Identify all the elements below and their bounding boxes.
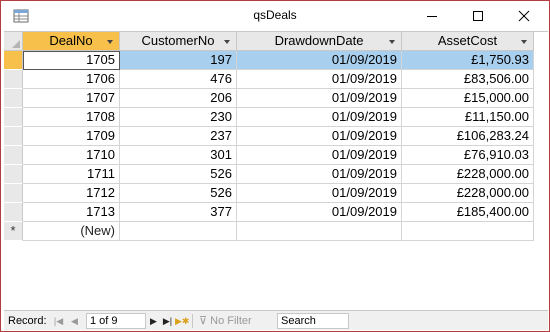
table-cell[interactable] bbox=[120, 222, 237, 241]
table-cell[interactable]: 01/09/2019 bbox=[237, 108, 402, 127]
table-cell[interactable]: £228,000.00 bbox=[402, 184, 534, 203]
datasheet-grid: DealNo CustomerNo DrawdownDate AssetCost… bbox=[4, 31, 548, 310]
close-icon bbox=[518, 10, 530, 22]
table-cell[interactable]: £15,000.00 bbox=[402, 89, 534, 108]
table-cell[interactable]: 1713 bbox=[23, 203, 120, 222]
table-cell[interactable]: 197 bbox=[120, 51, 237, 70]
table-cell[interactable]: 1706 bbox=[23, 70, 120, 89]
sort-dropdown-icon[interactable] bbox=[521, 40, 527, 44]
first-record-button[interactable]: |◀ bbox=[52, 314, 65, 328]
table-cell[interactable]: 01/09/2019 bbox=[237, 203, 402, 222]
row-selector[interactable] bbox=[4, 51, 23, 70]
table-cell[interactable]: 476 bbox=[120, 70, 237, 89]
row-selector[interactable] bbox=[4, 89, 23, 108]
title-bar[interactable]: qsDeals bbox=[1, 1, 549, 31]
table-cell[interactable]: £106,283.24 bbox=[402, 127, 534, 146]
new-record-button[interactable]: ▶✱ bbox=[175, 314, 189, 328]
sort-dropdown-icon[interactable] bbox=[224, 40, 230, 44]
table-cell[interactable]: 01/09/2019 bbox=[237, 89, 402, 108]
close-button[interactable] bbox=[501, 1, 547, 31]
datasheet-window: qsDeals DealNo CustomerNo DrawdownDate A… bbox=[0, 0, 550, 332]
table-cell[interactable]: 1708 bbox=[23, 108, 120, 127]
table-cell[interactable]: 01/09/2019 bbox=[237, 127, 402, 146]
table-cell[interactable]: 1711 bbox=[23, 165, 120, 184]
table-cell[interactable]: 01/09/2019 bbox=[237, 70, 402, 89]
select-all-corner[interactable] bbox=[4, 32, 23, 51]
column-header-customerno[interactable]: CustomerNo bbox=[120, 32, 237, 51]
separator bbox=[192, 314, 193, 328]
table-cell[interactable]: 1705 bbox=[23, 51, 120, 70]
maximize-button[interactable] bbox=[455, 1, 501, 31]
column-header-dealno[interactable]: DealNo bbox=[23, 32, 120, 51]
table-cell[interactable]: 230 bbox=[120, 108, 237, 127]
filter-icon: ⊽ bbox=[199, 315, 208, 327]
filter-toggle[interactable]: ⊽ No Filter bbox=[199, 314, 271, 328]
table-cell[interactable] bbox=[402, 222, 534, 241]
table-cell[interactable] bbox=[237, 222, 402, 241]
table-cell[interactable]: £185,400.00 bbox=[402, 203, 534, 222]
column-header-label: DrawdownDate bbox=[274, 33, 364, 48]
next-record-button[interactable]: ▶ bbox=[147, 314, 160, 328]
row-selector[interactable] bbox=[4, 127, 23, 146]
new-row-cell[interactable]: (New) bbox=[23, 222, 120, 241]
table-cell[interactable]: 1712 bbox=[23, 184, 120, 203]
column-header-drawdowndate[interactable]: DrawdownDate bbox=[237, 32, 402, 51]
minimize-button[interactable] bbox=[409, 1, 455, 31]
table-cell[interactable]: 377 bbox=[120, 203, 237, 222]
record-navigator: Record: |◀ ◀ 1 of 9 ▶ ▶| ▶✱ ⊽ No Filter … bbox=[4, 310, 548, 330]
row-selector[interactable] bbox=[4, 70, 23, 89]
row-selector[interactable] bbox=[4, 203, 23, 222]
minimize-icon bbox=[427, 16, 437, 17]
table-cell[interactable]: £83,506.00 bbox=[402, 70, 534, 89]
column-header-label: DealNo bbox=[49, 33, 93, 48]
table-cell[interactable]: 01/09/2019 bbox=[237, 165, 402, 184]
search-input[interactable]: Search bbox=[277, 313, 349, 329]
table-cell[interactable]: 301 bbox=[120, 146, 237, 165]
current-record-field[interactable]: 1 of 9 bbox=[86, 313, 146, 329]
column-header-label: CustomerNo bbox=[141, 33, 215, 48]
table-cell[interactable]: 526 bbox=[120, 165, 237, 184]
table-cell[interactable]: 1710 bbox=[23, 146, 120, 165]
column-header-assetcost[interactable]: AssetCost bbox=[402, 32, 534, 51]
table-cell[interactable]: £76,910.03 bbox=[402, 146, 534, 165]
record-label: Record: bbox=[8, 315, 47, 327]
table-cell[interactable]: £228,000.00 bbox=[402, 165, 534, 184]
sort-dropdown-icon[interactable] bbox=[107, 40, 113, 44]
table-cell[interactable]: £11,150.00 bbox=[402, 108, 534, 127]
new-row-selector[interactable]: * bbox=[4, 222, 23, 241]
table-cell[interactable]: 1709 bbox=[23, 127, 120, 146]
row-selector[interactable] bbox=[4, 108, 23, 127]
filter-label: No Filter bbox=[210, 315, 252, 327]
table-cell[interactable]: 206 bbox=[120, 89, 237, 108]
table-cell[interactable]: 1707 bbox=[23, 89, 120, 108]
sort-dropdown-icon[interactable] bbox=[389, 40, 395, 44]
row-selector[interactable] bbox=[4, 146, 23, 165]
maximize-icon bbox=[473, 11, 483, 21]
table-cell[interactable]: 526 bbox=[120, 184, 237, 203]
table-cell[interactable]: £1,750.93 bbox=[402, 51, 534, 70]
row-selector[interactable] bbox=[4, 184, 23, 203]
table-cell[interactable]: 01/09/2019 bbox=[237, 184, 402, 203]
previous-record-button[interactable]: ◀ bbox=[68, 314, 81, 328]
table-cell[interactable]: 237 bbox=[120, 127, 237, 146]
row-selector[interactable] bbox=[4, 165, 23, 184]
table-cell[interactable]: 01/09/2019 bbox=[237, 146, 402, 165]
table-cell[interactable]: 01/09/2019 bbox=[237, 51, 402, 70]
last-record-button[interactable]: ▶| bbox=[161, 314, 174, 328]
column-header-label: AssetCost bbox=[437, 33, 498, 48]
